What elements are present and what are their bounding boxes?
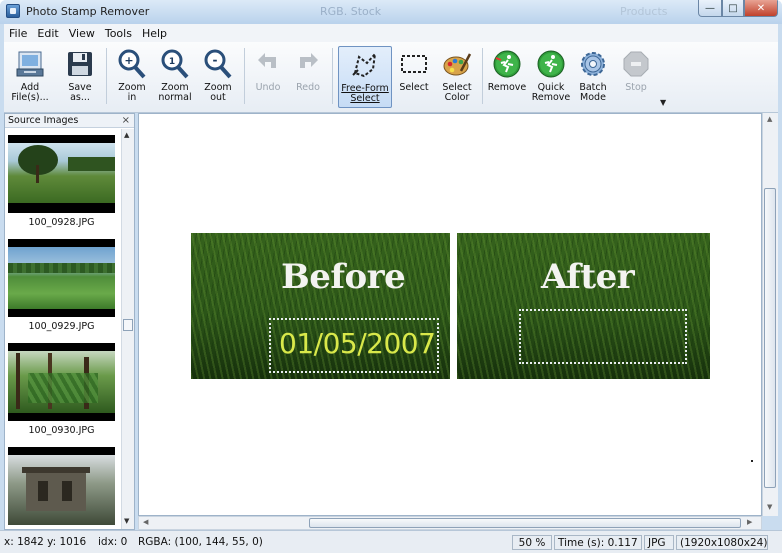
zoom-in-icon: + — [116, 48, 148, 80]
canvas-vertical-scrollbar[interactable]: ▲ ▼ — [762, 113, 778, 516]
status-rgba: RGBA: (100, 144, 55, 0) — [138, 536, 263, 548]
scroll-up-icon[interactable]: ▲ — [767, 115, 772, 123]
scroll-up-icon[interactable]: ▲ — [124, 131, 129, 139]
background-window-title-right: Products — [620, 5, 668, 18]
status-bar: x: 1842 y: 1016 idx: 0 RGBA: (100, 144, … — [0, 530, 782, 553]
redo-arrow-icon — [292, 48, 324, 80]
toolbar: Add File(s)... Save as... + Zoom in 1 Zo… — [4, 42, 778, 113]
menu-help[interactable]: Help — [137, 27, 172, 40]
after-label: After — [541, 257, 635, 297]
source-images-panel: Source Images × 100_0928.JPG 100_0929.JP… — [4, 113, 135, 530]
image-canvas[interactable]: Before 01/05/2007 After — [138, 113, 762, 516]
status-coords: x: 1842 y: 1016 — [4, 536, 87, 548]
app-window: Photo Stamp Remover RGB. Stock Products … — [0, 0, 782, 553]
floppy-disk-icon — [64, 48, 96, 80]
toolbar-separator — [482, 48, 483, 104]
select-color-button[interactable]: Select Color — [436, 46, 478, 108]
rectangle-select-icon — [398, 48, 430, 80]
thumbnail-item[interactable] — [8, 447, 115, 525]
status-zoom: 50 % — [512, 535, 552, 550]
thumbnail-image — [8, 135, 115, 213]
before-label: Before — [281, 257, 406, 297]
background-window-title: RGB. Stock — [320, 5, 382, 18]
quick-remove-run-icon — [535, 48, 567, 80]
before-image: Before 01/05/2007 — [191, 233, 450, 379]
canvas-horizontal-scrollbar[interactable]: ◀ ▶ — [138, 516, 762, 530]
close-button[interactable]: ✕ — [744, 0, 778, 17]
scroll-right-icon[interactable]: ▶ — [747, 518, 752, 526]
thumbnail-filename: 100_0930.JPG — [28, 425, 95, 436]
menu-edit[interactable]: Edit — [32, 27, 63, 40]
panel-close-icon[interactable]: × — [122, 114, 130, 128]
add-files-icon — [14, 48, 46, 80]
remove-run-icon — [491, 48, 523, 80]
panel-title: Source Images — [8, 115, 79, 126]
scroll-down-icon[interactable]: ▼ — [767, 503, 772, 511]
zoom-out-icon: - — [202, 48, 234, 80]
menu-bar: File Edit View Tools Help — [4, 24, 778, 42]
svg-text:+: + — [124, 54, 133, 67]
menu-tools[interactable]: Tools — [100, 27, 137, 40]
horizontal-scroll-thumb[interactable] — [309, 518, 741, 528]
svg-text:-: - — [213, 53, 218, 67]
free-form-select-button[interactable]: Free-Form Select — [338, 46, 392, 108]
thumbnail-item[interactable]: 100_0929.JPG — [8, 239, 115, 332]
status-dimensions: (1920x1080x24) — [676, 535, 768, 550]
add-files-button[interactable]: Add File(s)... — [10, 46, 50, 108]
thumbnail-filename: 100_0928.JPG — [28, 217, 95, 228]
scrollbar-thumb[interactable] — [123, 319, 133, 331]
toolbar-overflow-chevron-icon[interactable]: ▼ — [660, 98, 666, 107]
quick-remove-button[interactable]: Quick Remove — [530, 46, 572, 108]
toolbar-separator — [332, 48, 333, 104]
thumbnail-item[interactable]: 100_0928.JPG — [8, 135, 115, 228]
thumbnail-image — [8, 447, 115, 525]
status-time: Time (s): 0.117 — [554, 535, 642, 550]
menu-file[interactable]: File — [4, 27, 32, 40]
status-index: idx: 0 — [98, 536, 128, 548]
window-title: Photo Stamp Remover — [26, 5, 150, 18]
panel-header: Source Images × — [5, 114, 134, 128]
scroll-left-icon[interactable]: ◀ — [143, 518, 148, 526]
stop-button[interactable]: Stop — [616, 46, 656, 108]
lasso-select-icon — [349, 49, 381, 81]
title-bar: Photo Stamp Remover RGB. Stock Products … — [0, 0, 782, 24]
thumbnail-image — [8, 343, 115, 421]
svg-text:1: 1 — [169, 57, 175, 67]
minimize-button[interactable]: — — [698, 0, 722, 17]
zoom-normal-icon: 1 — [159, 48, 191, 80]
thumbnail-filename: 100_0929.JPG — [28, 321, 95, 332]
redo-button[interactable]: Redo — [290, 46, 326, 108]
thumbnail-list: 100_0928.JPG 100_0929.JPG 100_0930.JPG — [5, 129, 121, 529]
batch-mode-button[interactable]: Batch Mode — [574, 46, 612, 108]
after-image: After — [457, 233, 710, 379]
menu-view[interactable]: View — [64, 27, 100, 40]
zoom-normal-button[interactable]: 1 Zoom normal — [154, 46, 196, 108]
toolbar-separator — [106, 48, 107, 104]
scroll-down-icon[interactable]: ▼ — [124, 517, 129, 525]
maximize-button[interactable]: □ — [722, 0, 744, 17]
zoom-in-button[interactable]: + Zoom in — [112, 46, 152, 108]
app-icon — [6, 4, 20, 18]
gear-icon — [577, 48, 609, 80]
status-format: JPG — [644, 535, 674, 550]
removed-stamp-selection — [519, 309, 687, 364]
stop-sign-icon — [620, 48, 652, 80]
remove-button[interactable]: Remove — [486, 46, 528, 108]
undo-button[interactable]: Undo — [250, 46, 286, 108]
palette-icon — [441, 48, 473, 80]
canvas-dot — [751, 460, 753, 462]
select-button[interactable]: Select — [394, 46, 434, 108]
date-stamp: 01/05/2007 — [279, 327, 436, 360]
save-as-button[interactable]: Save as... — [60, 46, 100, 108]
zoom-out-button[interactable]: - Zoom out — [198, 46, 238, 108]
vertical-scroll-thumb[interactable] — [764, 188, 776, 488]
thumbnail-item[interactable]: 100_0930.JPG — [8, 343, 115, 436]
toolbar-separator — [244, 48, 245, 104]
panel-scrollbar[interactable]: ▲ ▼ — [121, 129, 134, 529]
undo-arrow-icon — [252, 48, 284, 80]
thumbnail-image — [8, 239, 115, 317]
